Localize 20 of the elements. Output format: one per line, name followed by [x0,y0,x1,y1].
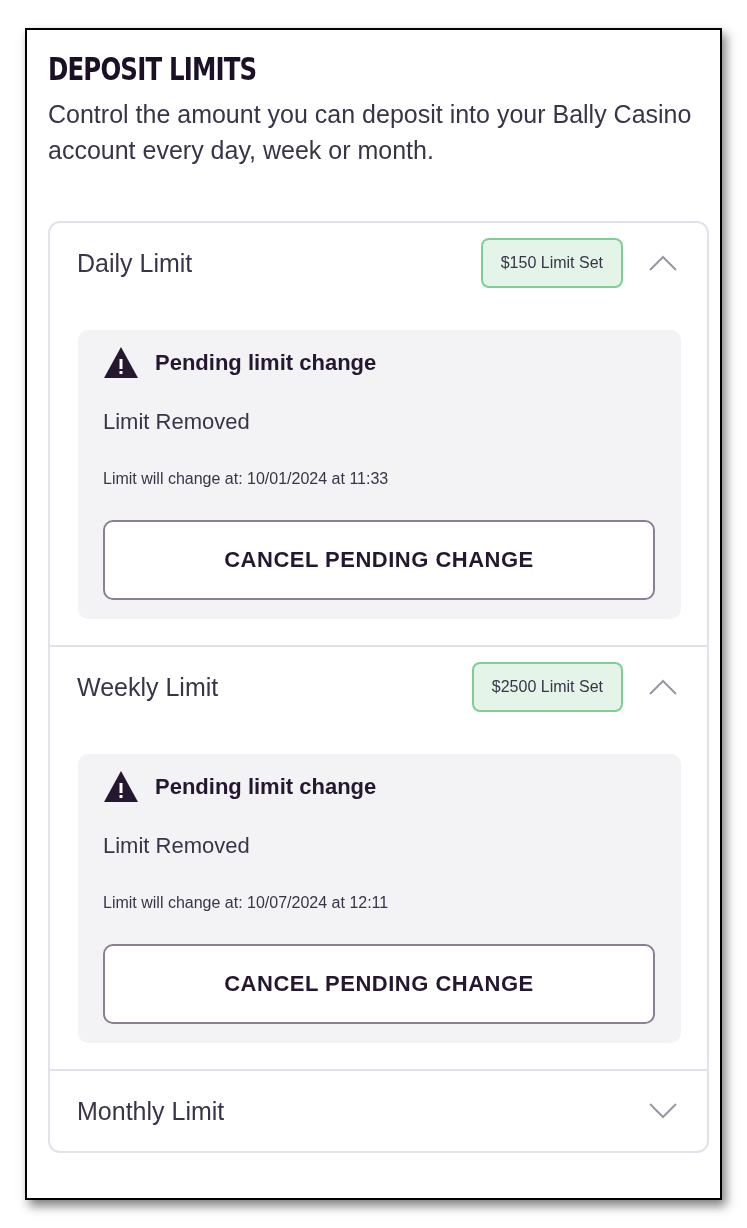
cancel-button[interactable]: CANCEL PENDING CHANGE [103,520,655,600]
chevron-down-icon[interactable] [649,1103,677,1119]
change-time: Limit will change at: 10/07/2024 at 12:11 [103,894,390,912]
change-time: Limit will change at: 10/01/2024 at 11:33 [103,470,390,488]
page-title: DEPOSIT LIMITS [48,50,258,88]
warning-icon [103,770,139,803]
cancel-button[interactable]: CANCEL PENDING CHANGE [103,944,655,1024]
section-title[interactable]: Monthly Limit [77,1096,623,1126]
pending-status: Limit Removed [103,409,251,435]
pending-status: Limit Removed [103,833,251,859]
limit-badge: $2500 Limit Set [471,662,623,712]
section-title[interactable]: Weekly Limit [77,672,446,702]
warning-icon [103,346,139,379]
pending-title: Pending limit change [155,349,377,376]
description: Control the amount you can deposit into your Bally Casino account every day, week or month. [48,99,693,166]
chevron-up-icon[interactable] [649,679,677,695]
chevron-up-icon[interactable] [649,255,677,271]
section-title[interactable]: Daily Limit [77,248,455,278]
limit-badge: $150 Limit Set [480,238,623,288]
pending-title: Pending limit change [155,773,377,800]
